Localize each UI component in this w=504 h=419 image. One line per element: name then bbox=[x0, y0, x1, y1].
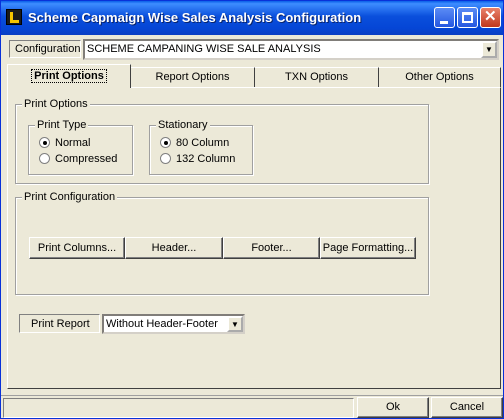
tab-label: Other Options bbox=[405, 71, 474, 83]
radio-checked-icon[interactable] bbox=[160, 137, 171, 148]
config-window: Scheme Capmaign Wise Sales Analysis Conf… bbox=[0, 0, 504, 419]
radio-132-column-label: 132 Column bbox=[176, 153, 236, 165]
tab-label: Report Options bbox=[155, 71, 230, 83]
title-bar[interactable]: Scheme Capmaign Wise Sales Analysis Conf… bbox=[1, 1, 503, 35]
close-icon: ✕ bbox=[484, 8, 497, 25]
radio-132-column[interactable]: 132 Column bbox=[160, 153, 235, 165]
tab-report-options[interactable]: Report Options bbox=[131, 67, 255, 87]
tab-other-options[interactable]: Other Options bbox=[379, 67, 501, 87]
minimize-icon bbox=[440, 21, 448, 24]
configuration-dropdown[interactable]: SCHEME CAMPANING WISE SALE ANALYSIS ▼ bbox=[83, 39, 499, 60]
radio-compressed-label: Compressed bbox=[55, 153, 118, 165]
print-report-dropdown-button[interactable]: ▼ bbox=[227, 316, 243, 332]
configuration-dropdown-button[interactable]: ▼ bbox=[481, 41, 497, 58]
close-button[interactable]: ✕ bbox=[480, 7, 501, 28]
radio-normal-label: Normal bbox=[55, 137, 91, 149]
header-button[interactable]: Header... bbox=[125, 237, 223, 259]
stationary-title: Stationary bbox=[156, 119, 210, 131]
app-logo-icon bbox=[6, 9, 22, 25]
radio-unchecked-icon[interactable] bbox=[160, 153, 171, 164]
maximize-icon bbox=[462, 12, 473, 23]
radio-normal[interactable]: Normal bbox=[39, 137, 90, 149]
radio-checked-icon[interactable] bbox=[39, 137, 50, 148]
tab-txn-options[interactable]: TXN Options bbox=[255, 67, 379, 87]
print-type-group: Print Type bbox=[28, 119, 133, 175]
cancel-button[interactable]: Cancel bbox=[431, 397, 503, 418]
window-title: Scheme Capmaign Wise Sales Analysis Conf… bbox=[28, 10, 362, 25]
ok-button[interactable]: Ok bbox=[357, 397, 429, 418]
footer-button[interactable]: Footer... bbox=[223, 237, 320, 259]
status-pane bbox=[3, 398, 354, 418]
print-report-dropdown[interactable]: Without Header-Footer ▼ bbox=[102, 314, 245, 334]
print-type-title: Print Type bbox=[35, 119, 89, 131]
configuration-value: SCHEME CAMPANING WISE SALE ANALYSIS bbox=[87, 43, 321, 55]
radio-80-column[interactable]: 80 Column bbox=[160, 137, 229, 149]
print-configuration-title: Print Configuration bbox=[22, 191, 118, 203]
print-options-group-title: Print Options bbox=[22, 98, 90, 110]
tab-label: Print Options bbox=[31, 69, 107, 83]
chevron-down-icon: ▼ bbox=[485, 45, 493, 54]
print-report-label: Print Report bbox=[19, 314, 100, 333]
print-report-value: Without Header-Footer bbox=[106, 318, 218, 330]
radio-80-column-label: 80 Column bbox=[176, 137, 230, 149]
chevron-down-icon: ▼ bbox=[231, 320, 239, 329]
radio-compressed[interactable]: Compressed bbox=[39, 153, 117, 165]
radio-unchecked-icon[interactable] bbox=[39, 153, 50, 164]
tab-strip: Print Options Report Options TXN Options… bbox=[7, 64, 501, 88]
stationary-group: Stationary bbox=[149, 119, 253, 175]
print-columns-button[interactable]: Print Columns... bbox=[29, 237, 125, 259]
page-formatting-button[interactable]: Page Formatting... bbox=[320, 237, 416, 259]
minimize-button[interactable] bbox=[434, 7, 455, 28]
maximize-button[interactable] bbox=[457, 7, 478, 28]
configuration-label: Configuration bbox=[9, 40, 81, 58]
tab-label: TXN Options bbox=[285, 71, 348, 83]
tab-print-options[interactable]: Print Options bbox=[7, 64, 131, 88]
